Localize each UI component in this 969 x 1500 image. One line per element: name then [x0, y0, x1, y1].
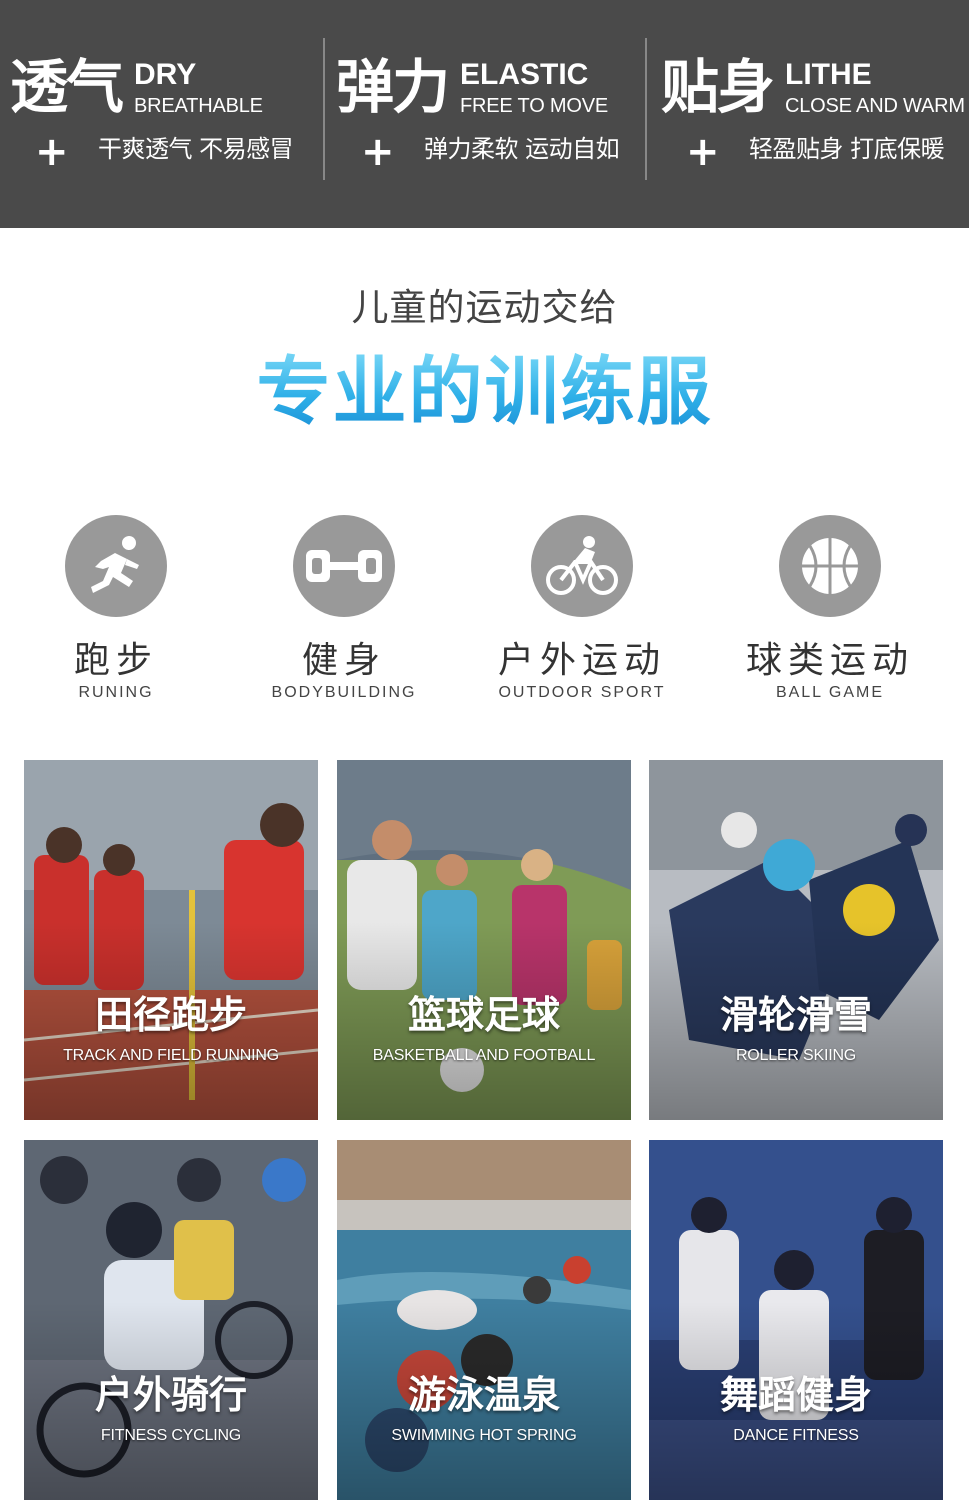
sport-label-zh: 户外运动 [497, 640, 666, 681]
tile-title-zh: 舞蹈健身 [719, 1373, 872, 1417]
tile-title-en: SWIMMING HOT SPRING [391, 1427, 577, 1444]
sport-label-zh: 球类运动 [745, 640, 914, 681]
tile-title-zh: 篮球足球 [407, 993, 560, 1037]
tile-title-zh: 滑轮滑雪 [719, 993, 872, 1037]
feature-title-zh: 透气 [10, 53, 124, 121]
plus-icon: + [686, 129, 720, 175]
tile-overlay [24, 1140, 318, 1500]
tile-overlay [337, 760, 631, 1120]
tile-title-en: ROLLER SKIING [735, 1047, 857, 1064]
feature-desc: 干爽透气 不易感冒 [98, 135, 294, 163]
feature-bar: 透气 DRY BREATHABLE + 干爽透气 不易感冒 弹力 ELASTIC… [0, 0, 969, 228]
sport-label-en: BALL GAME [775, 684, 885, 701]
feature-desc: 弹力柔软 运动自如 [424, 135, 620, 163]
sport-label-en: BODYBUILDING [271, 684, 417, 701]
tile-title-en: DANCE FITNESS [733, 1427, 859, 1444]
feature-title-en: DRY [134, 58, 197, 91]
cycling-icon [531, 515, 633, 617]
tile-overlay [649, 760, 943, 1120]
feature-dry: 透气 DRY BREATHABLE + 干爽透气 不易感冒 [0, 50, 323, 190]
feature-divider [323, 38, 325, 180]
basketball-icon [779, 515, 881, 617]
sport-ballgame: 球类运动 BALL GAME [730, 515, 930, 703]
feature-title-zh: 弹力 [336, 53, 450, 121]
headline-subtitle: 儿童的运动交给 [351, 286, 618, 329]
tile-title-en: FITNESS CYCLING [100, 1427, 242, 1444]
tile-title-zh: 游泳温泉 [407, 1373, 560, 1417]
feature-subtitle-en: BREATHABLE [134, 95, 263, 117]
tile-track-field[interactable]: 田径跑步 TRACK AND FIELD RUNNING [24, 760, 318, 1120]
headline-title-text: 专业的训练服 [256, 349, 713, 435]
tile-overlay [337, 1140, 631, 1500]
tile-dance[interactable]: 舞蹈健身 DANCE FITNESS [649, 1140, 943, 1500]
feature-subtitle-en: CLOSE AND WARM [785, 95, 965, 117]
feature-lithe: 贴身 LITHE CLOSE AND WARM + 轻盈贴身 打底保暖 [651, 50, 969, 190]
tile-title-zh: 户外骑行 [94, 1373, 247, 1417]
tile-overlay [24, 760, 318, 1120]
tile-overlay [649, 1140, 943, 1500]
running-icon [65, 515, 167, 617]
tile-basketball-football[interactable]: 篮球足球 BASKETBALL AND FOOTBALL [337, 760, 631, 1120]
sport-label-en: OUTDOOR SPORT [498, 684, 666, 701]
feature-desc: 轻盈贴身 打底保暖 [749, 135, 945, 163]
sport-label-en: RUNING [78, 684, 154, 701]
feature-subtitle-en: FREE TO MOVE [460, 95, 609, 117]
sport-outdoor: 户外运动 OUTDOOR SPORT [482, 515, 682, 703]
plus-icon: + [361, 129, 395, 175]
feature-elastic: 弹力 ELASTIC FREE TO MOVE + 弹力柔软 运动自如 [326, 50, 649, 190]
sport-bodybuilding: 健身 BODYBUILDING [244, 515, 444, 703]
dumbbell-icon [293, 515, 395, 617]
plus-icon: + [35, 129, 69, 175]
feature-title-en: LITHE [785, 58, 872, 91]
feature-divider [645, 38, 647, 180]
sport-label-zh: 健身 [301, 640, 386, 681]
tile-title-en: TRACK AND FIELD RUNNING [63, 1047, 279, 1064]
feature-title-en: ELASTIC [460, 58, 589, 91]
feature-title-zh: 贴身 [661, 53, 775, 121]
sport-running: 跑步 RUNING [16, 515, 216, 703]
tile-roller-skiing[interactable]: 滑轮滑雪 ROLLER SKIING [649, 760, 943, 1120]
headline-title: 专业的训练服 [0, 342, 969, 442]
tile-swimming[interactable]: 游泳温泉 SWIMMING HOT SPRING [337, 1140, 631, 1500]
sport-label-zh: 跑步 [73, 640, 158, 681]
tile-cycling[interactable]: 户外骑行 FITNESS CYCLING [24, 1140, 318, 1500]
tile-title-zh: 田径跑步 [94, 993, 247, 1037]
tile-title-en: BASKETBALL AND FOOTBALL [372, 1047, 596, 1064]
